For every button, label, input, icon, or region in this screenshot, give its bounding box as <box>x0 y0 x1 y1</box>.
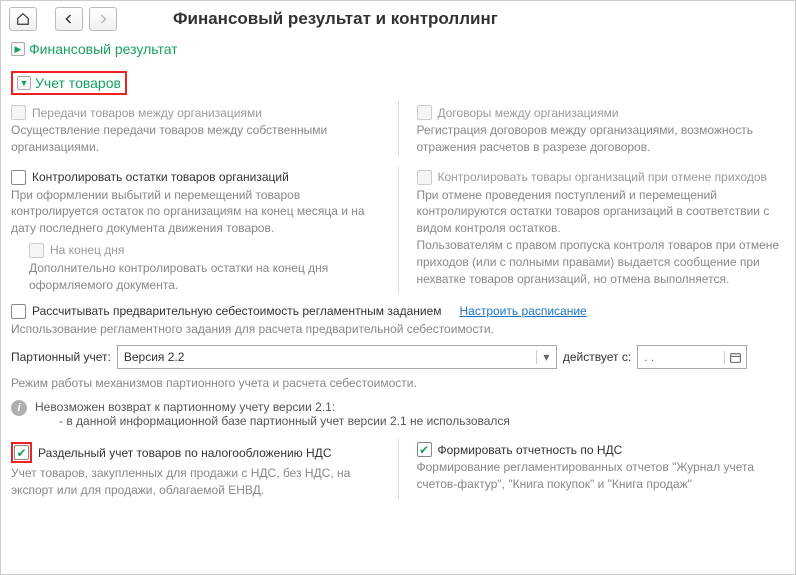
desc-text: При отмене проведения поступлений и пере… <box>417 187 786 288</box>
checkbox-label: На конец дня <box>50 243 124 257</box>
section-label: Финансовый результат <box>29 41 178 57</box>
desc-text: Дополнительно контролировать остатки на … <box>29 260 380 294</box>
checkbox-end-of-day <box>29 243 44 258</box>
checkbox-vat-reports[interactable]: ✔ <box>417 442 432 457</box>
checkbox-transfer <box>11 105 26 120</box>
info-text: Невозможен возврат к партионному учету в… <box>35 400 510 414</box>
info-text: - в данной информационной базе партионны… <box>59 414 510 428</box>
effective-label: действует с: <box>563 350 631 364</box>
chevron-right-icon: ▶ <box>11 42 25 56</box>
checkbox-label: Формировать отчетность по НДС <box>438 443 623 457</box>
page-title: Финансовый результат и контроллинг <box>173 9 498 29</box>
forward-button[interactable] <box>89 7 117 31</box>
batch-select[interactable]: Версия 2.2 ▾ <box>117 345 557 369</box>
checkbox-label: Рассчитывать предварительную себестоимос… <box>32 304 442 318</box>
desc-text: Использование регламентного задания для … <box>11 321 785 338</box>
checkbox-label: Контролировать остатки товаров организац… <box>32 170 289 184</box>
section-fin-result[interactable]: ▶ Финансовый результат <box>11 39 178 59</box>
checkbox-contracts <box>417 105 432 120</box>
checkbox-label: Контролировать товары организаций при от… <box>438 170 767 184</box>
back-button[interactable] <box>55 7 83 31</box>
section-goods[interactable]: ▼ Учет товаров <box>17 75 121 91</box>
checkbox-prelim-cost[interactable] <box>11 304 26 319</box>
section-label: Учет товаров <box>35 75 121 91</box>
checkbox-label: Раздельный учет товаров по налогообложен… <box>38 446 331 460</box>
desc-text: Регистрация договоров между организациям… <box>417 122 786 156</box>
desc-text: Формирование регламентированных отчетов … <box>417 459 786 493</box>
calendar-icon <box>724 351 746 364</box>
desc-text: Учет товаров, закупленных для продажи с … <box>11 465 380 499</box>
highlight-box-vat: ✔ <box>11 442 32 463</box>
checkbox-label: Договоры между организациями <box>438 106 619 120</box>
checkbox-control-stock[interactable] <box>11 170 26 185</box>
desc-text: Осуществление передачи товаров между соб… <box>11 122 380 156</box>
checkbox-cancel-control <box>417 170 432 185</box>
highlight-box-goods: ▼ Учет товаров <box>11 71 127 95</box>
effective-date-input[interactable]: . . <box>637 345 747 369</box>
chevron-down-icon: ▾ <box>536 350 556 364</box>
desc-text: При оформлении выбытий и перемещений тов… <box>11 187 380 237</box>
info-icon: i <box>11 400 27 416</box>
batch-label: Партионный учет: <box>11 350 111 364</box>
checkbox-vat-split[interactable]: ✔ <box>14 445 29 460</box>
desc-text: Режим работы механизмов партионного учет… <box>11 375 785 392</box>
chevron-down-icon: ▼ <box>17 76 31 90</box>
select-value: Версия 2.2 <box>118 350 536 364</box>
date-value: . . <box>638 350 724 364</box>
checkbox-label: Передачи товаров между организациями <box>32 106 262 120</box>
home-button[interactable] <box>9 7 37 31</box>
schedule-link[interactable]: Настроить расписание <box>460 304 587 318</box>
